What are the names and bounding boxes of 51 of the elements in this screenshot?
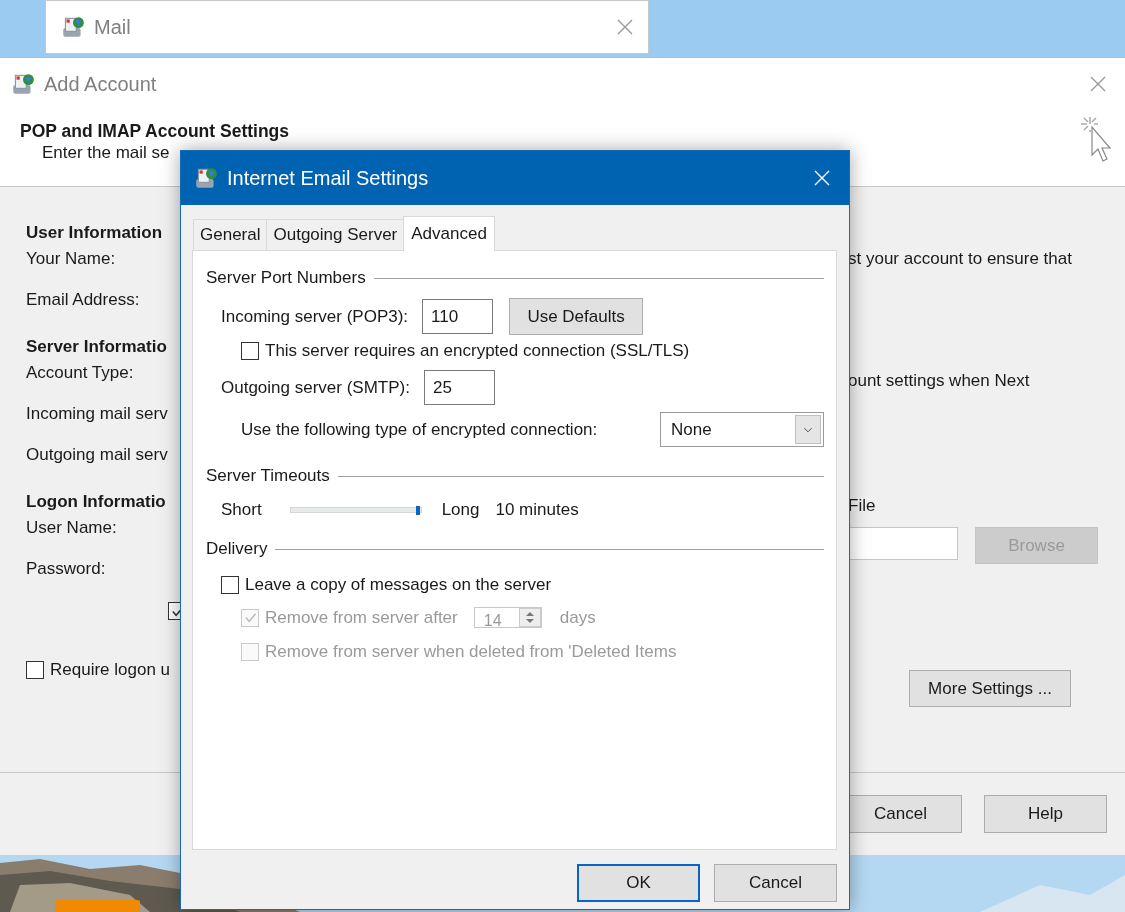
page-heading: POP and IMAP Account Settings	[20, 120, 291, 142]
field-label: Outgoing mail serv	[26, 445, 168, 465]
timeout-reading: 10 minutes	[495, 500, 579, 520]
checkbox-label: Leave a copy of messages on the server	[245, 575, 552, 595]
busy-cursor-icon	[1078, 115, 1112, 165]
section-heading: Logon Informatio	[26, 492, 166, 512]
mail-icon	[10, 71, 36, 97]
tab[interactable]: Advanced	[403, 216, 495, 251]
checkbox[interactable]	[241, 342, 259, 360]
dialog-button[interactable]: Help	[984, 795, 1107, 833]
unit-label: days	[559, 607, 596, 628]
tab[interactable]: General	[193, 219, 268, 250]
slider-label: Long	[441, 500, 480, 520]
field-label: Email Address:	[26, 290, 140, 310]
dialog-button[interactable]: Cancel	[714, 864, 837, 902]
field-label: Incoming server (POP3):	[221, 306, 409, 327]
checkbox-label: This server requires an encrypted connection (SSL/TLS)	[265, 341, 690, 361]
field-label: Account Type:	[26, 363, 134, 383]
page-subheading: Enter the mail se	[42, 142, 171, 164]
close-icon[interactable]	[616, 18, 634, 36]
close-icon[interactable]	[1089, 75, 1107, 93]
slider-label: Short	[221, 500, 262, 520]
section-heading: Server Informatio	[26, 337, 167, 357]
mail-icon	[193, 165, 219, 191]
port-field[interactable]: 25	[423, 370, 495, 405]
group-title: Server Timeouts	[206, 465, 330, 487]
field-label: Use the following type of encrypted connection:	[241, 419, 599, 440]
field-label: Incoming mail serv	[26, 404, 168, 424]
more-settings-button[interactable]: More Settings ...	[909, 670, 1071, 707]
checkbox[interactable]	[221, 576, 239, 594]
dialog-button[interactable]: OK	[577, 864, 700, 902]
group-title: Server Port Numbers	[206, 267, 366, 289]
window-title: Mail	[94, 15, 132, 39]
dialog-title: Internet Email Settings	[227, 166, 430, 190]
field-label: Your Name:	[26, 249, 116, 269]
field-label: User Name:	[26, 518, 117, 538]
mail-icon	[60, 14, 86, 40]
checkbox-label: Remove from server after	[265, 607, 458, 628]
window-title: Add Account	[44, 72, 158, 96]
checkbox-label: Remove from server when deleted from 'Deleted Items	[265, 642, 677, 662]
timeout-slider[interactable]	[289, 507, 422, 513]
checkbox-label: Require logon u	[50, 659, 171, 680]
checkbox[interactable]	[26, 660, 44, 679]
port-field[interactable]: 110	[422, 299, 494, 334]
section-heading: User Information	[26, 223, 163, 243]
field-label: Password:	[26, 559, 106, 579]
encryption-dropdown[interactable]: None	[660, 412, 824, 447]
use-defaults-button[interactable]: Use Defaults	[509, 298, 644, 335]
slider-thumb[interactable]	[415, 506, 420, 515]
field-label: Outgoing server (SMTP):	[221, 377, 410, 398]
group-title: Delivery	[206, 538, 268, 560]
